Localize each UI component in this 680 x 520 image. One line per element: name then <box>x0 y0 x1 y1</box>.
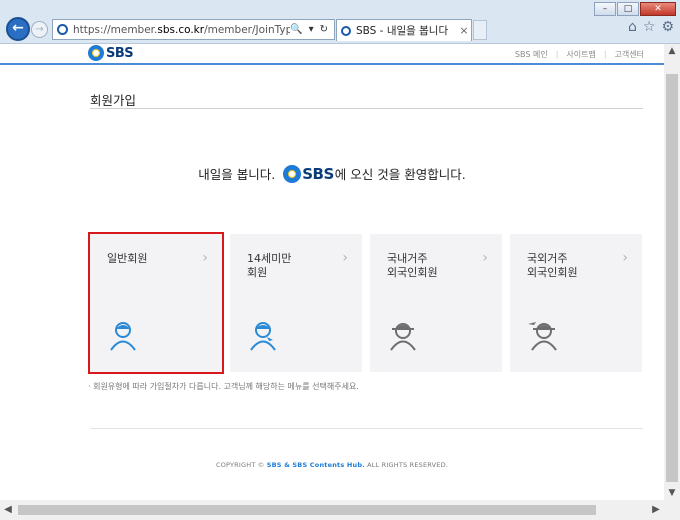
member-type-note: · 회원유형에 따라 가입절차가 다릅니다. 고객님께 해당하는 메뉴를 선택해… <box>88 382 359 391</box>
footer-divider <box>90 428 643 429</box>
copyright: COPYRIGHT © SBS & SBS Contents Hub. ALL … <box>0 461 664 469</box>
settings-icon[interactable]: ⚙ <box>661 19 674 35</box>
welcome-text-before: 내일을 봅니다. <box>198 167 276 182</box>
card-label: 일반회원 <box>107 252 148 265</box>
vertical-scrollbar[interactable]: ▲ ▼ <box>664 44 680 500</box>
url-prefix: https://member. <box>73 23 158 36</box>
gnb-link-sbs-main[interactable]: SBS 메인 <box>515 49 548 60</box>
resident-foreigner-icon <box>390 323 416 351</box>
gnb-separator: | <box>603 50 607 59</box>
scrollbar-corner <box>664 500 680 520</box>
sbs-logo[interactable]: SBS <box>88 45 134 61</box>
card-label: 국외거주 외국인회원 <box>527 252 578 279</box>
horizontal-scroll-thumb[interactable] <box>18 505 596 515</box>
window-controls: – □ ✕ <box>594 2 676 16</box>
browser-chrome: – □ ✕ ← → https://member.sbs.co.kr/membe… <box>0 0 680 44</box>
title-divider <box>90 108 643 109</box>
close-window-button[interactable]: ✕ <box>640 2 676 16</box>
dropdown-icon[interactable]: ▾ <box>309 24 314 35</box>
chevron-right-icon: › <box>342 250 348 266</box>
browser-tools: ⌂ ☆ ⚙ <box>628 19 674 35</box>
card-overseas-foreigner[interactable]: 국외거주 외국인회원 › <box>510 234 642 372</box>
chevron-right-icon: › <box>202 250 208 266</box>
forward-button[interactable]: → <box>31 21 48 38</box>
address-tools: 🔍 ▾ ↻ <box>290 24 334 35</box>
gnb-link-customer-center[interactable]: 고객센터 <box>615 49 644 60</box>
gnb-link-sitemap[interactable]: 사이트맵 <box>566 49 595 60</box>
scroll-down-icon[interactable]: ▼ <box>664 486 680 500</box>
copyright-prefix: COPYRIGHT © <box>215 461 267 469</box>
sbs-logo-text: SBS <box>106 45 134 61</box>
welcome-message: 내일을 봅니다. SBS 에 오신 것을 환영합니다. <box>0 164 664 183</box>
tab-close-icon[interactable]: × <box>457 24 471 37</box>
card-label: 국내거주 외국인회원 <box>387 252 438 279</box>
copyright-suffix: ALL RIGHTS RESERVED. <box>364 461 449 469</box>
sbs-logo-circle-icon <box>283 164 302 183</box>
child-person-icon <box>250 322 276 351</box>
scroll-left-icon[interactable]: ◀ <box>0 500 16 520</box>
chevron-right-icon: › <box>482 250 488 266</box>
card-label: 14세미만 회원 <box>247 252 292 279</box>
chevron-right-icon: › <box>622 250 628 266</box>
maximize-button[interactable]: □ <box>617 2 639 16</box>
card-resident-foreigner[interactable]: 국내거주 외국인회원 › <box>370 234 502 372</box>
member-type-cards: 일반회원 › 14세미만 회원 › 국내거주 외국인회원 › 국외거주 외국인회… <box>88 232 642 374</box>
overseas-foreigner-icon <box>528 322 557 351</box>
horizontal-scrollbar[interactable]: ◀ ▶ <box>0 500 664 520</box>
vertical-scroll-thumb[interactable] <box>666 74 678 482</box>
scroll-right-icon[interactable]: ▶ <box>648 500 664 520</box>
new-tab-button[interactable] <box>473 20 487 40</box>
card-general-member[interactable]: 일반회원 › <box>88 232 224 374</box>
url-path: /member/JoinType.do <box>204 23 291 36</box>
url-domain: sbs.co.kr <box>157 23 205 36</box>
scroll-up-icon[interactable]: ▲ <box>664 44 680 58</box>
tab-favicon-icon <box>341 25 351 36</box>
gnb-separator: | <box>555 50 559 59</box>
site-favicon-icon <box>57 24 68 35</box>
welcome-text-after: 에 오신 것을 환영합니다. <box>334 167 466 182</box>
browser-tab[interactable]: SBS - 내일을 봅니다 × <box>336 19 472 41</box>
welcome-logo-text: SBS <box>302 164 334 183</box>
welcome-sbs-logo: SBS <box>283 164 334 183</box>
copyright-brand[interactable]: SBS & SBS Contents Hub. <box>267 461 365 469</box>
page-title: 회원가입 <box>90 93 137 108</box>
page-content: SBS SBS 메인 | 사이트맵 | 고객센터 회원가입 내일을 봅니다. S… <box>0 44 664 500</box>
global-nav: SBS SBS 메인 | 사이트맵 | 고객센터 <box>0 44 664 65</box>
person-icon <box>110 322 136 351</box>
url-text[interactable]: https://member.sbs.co.kr/member/JoinType… <box>73 24 290 36</box>
home-icon[interactable]: ⌂ <box>628 19 637 35</box>
refresh-icon[interactable]: ↻ <box>320 24 328 35</box>
address-bar[interactable]: https://member.sbs.co.kr/member/JoinType… <box>52 19 335 40</box>
minimize-button[interactable]: – <box>594 2 616 16</box>
tab-title: SBS - 내일을 봅니다 <box>356 25 449 37</box>
sbs-logo-circle-icon <box>88 45 104 61</box>
card-under-14-member[interactable]: 14세미만 회원 › <box>230 234 362 372</box>
search-icon[interactable]: 🔍 <box>290 24 302 35</box>
favorites-icon[interactable]: ☆ <box>643 19 656 35</box>
gnb-links: SBS 메인 | 사이트맵 | 고객센터 <box>515 49 644 60</box>
back-button[interactable]: ← <box>6 17 30 41</box>
